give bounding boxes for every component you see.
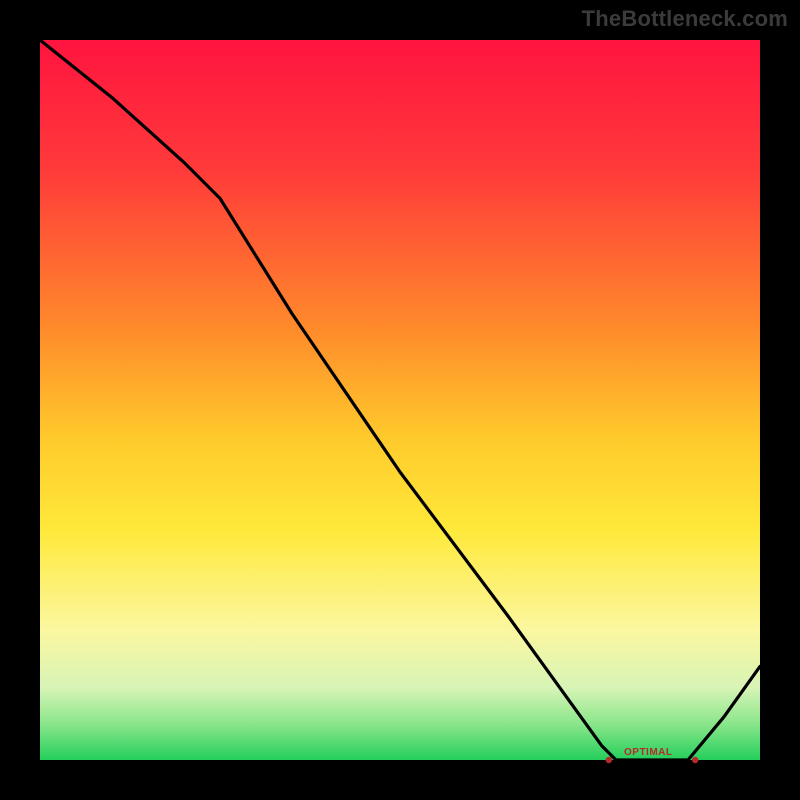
optimal-label: OPTIMAL: [624, 747, 673, 758]
plot-area: OPTIMAL: [40, 40, 760, 760]
chart-svg: [40, 40, 760, 760]
optimal-dot: [692, 757, 698, 763]
chart-frame: TheBottleneck.com OPTIMAL: [0, 0, 800, 800]
watermark-text: TheBottleneck.com: [582, 6, 788, 32]
bottleneck-curve: [40, 40, 760, 760]
optimal-dot: [606, 757, 612, 763]
